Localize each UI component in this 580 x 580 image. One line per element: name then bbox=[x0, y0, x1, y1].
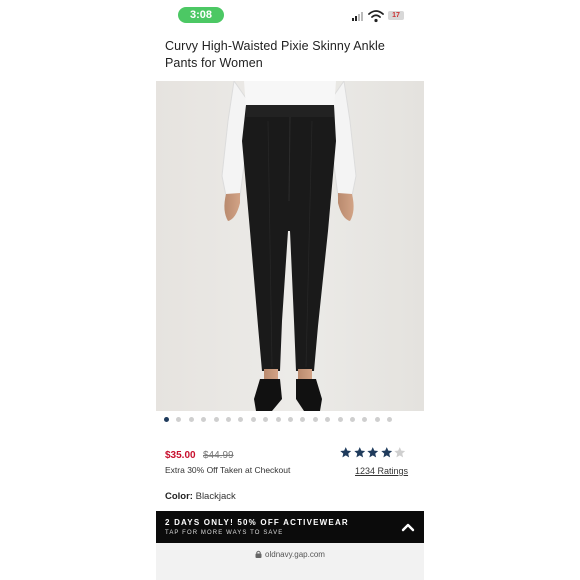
carousel-dot[interactable] bbox=[275, 417, 281, 422]
wifi-icon bbox=[368, 10, 384, 23]
star-empty-icon bbox=[394, 447, 406, 458]
star-filled-icon bbox=[367, 447, 379, 458]
banner-subline: TAP FOR MORE WAYS TO SAVE bbox=[165, 530, 284, 536]
carousel-dot[interactable] bbox=[288, 417, 293, 422]
carousel-dot[interactable] bbox=[387, 417, 393, 422]
battery-icon: 17 bbox=[388, 11, 404, 20]
carousel-dot[interactable] bbox=[263, 417, 269, 422]
carousel-dot[interactable] bbox=[312, 417, 318, 422]
product-title: Curvy High-Waisted Pixie Skinny Ankle Pa… bbox=[165, 39, 385, 70]
status-time: 3:08 bbox=[178, 7, 224, 23]
carousel-dot[interactable] bbox=[250, 417, 256, 422]
carousel-dot[interactable] bbox=[176, 417, 182, 422]
promo-text: Extra 30% Off Taken at Checkout bbox=[165, 465, 291, 475]
color-selector-label: Color: Blackjack bbox=[165, 491, 236, 502]
carousel-dot[interactable] bbox=[201, 417, 207, 422]
status-bar: 3:08 17 bbox=[156, 0, 424, 32]
banner-headline: 2 DAYS ONLY! 50% OFF ACTIVEWEAR bbox=[165, 518, 349, 527]
signal-icon bbox=[352, 11, 363, 21]
carousel-dot[interactable] bbox=[300, 417, 306, 422]
promo-banner[interactable]: 2 DAYS ONLY! 50% OFF ACTIVEWEAR TAP FOR … bbox=[156, 511, 424, 543]
sale-price: $35.00 bbox=[165, 450, 196, 461]
carousel-dot[interactable] bbox=[213, 417, 219, 422]
ratings-link[interactable]: 1234 Ratings bbox=[355, 466, 408, 476]
carousel-dot[interactable] bbox=[337, 417, 343, 422]
product-photo-illustration bbox=[156, 81, 424, 411]
star-filled-icon bbox=[340, 447, 352, 458]
carousel-dot[interactable] bbox=[362, 417, 368, 422]
star-rating[interactable] bbox=[339, 446, 407, 459]
chevron-up-icon[interactable] bbox=[400, 519, 416, 535]
carousel-dot[interactable] bbox=[325, 417, 331, 422]
carousel-dot[interactable] bbox=[238, 417, 244, 422]
color-value: Blackjack bbox=[195, 491, 236, 502]
carousel-dot[interactable] bbox=[350, 417, 355, 422]
url-text: oldnavy.gap.com bbox=[265, 550, 325, 559]
phone-screen: 3:08 17 Curvy High-Waisted Pixie Skinny … bbox=[156, 0, 424, 580]
url-display[interactable]: oldnavy.gap.com bbox=[156, 550, 424, 559]
product-image[interactable] bbox=[156, 81, 424, 411]
original-price: $44.99 bbox=[203, 450, 234, 461]
carousel-dot[interactable] bbox=[226, 417, 231, 422]
lock-icon bbox=[255, 550, 262, 558]
carousel-dot[interactable] bbox=[374, 417, 380, 422]
browser-address-bar[interactable]: oldnavy.gap.com bbox=[156, 543, 424, 580]
carousel-dot[interactable] bbox=[164, 417, 169, 422]
carousel-dot[interactable] bbox=[188, 417, 194, 422]
image-carousel-dots[interactable] bbox=[156, 417, 424, 425]
color-label: Color: bbox=[165, 491, 193, 502]
star-filled-icon bbox=[353, 447, 365, 458]
star-filled-icon bbox=[380, 447, 392, 458]
